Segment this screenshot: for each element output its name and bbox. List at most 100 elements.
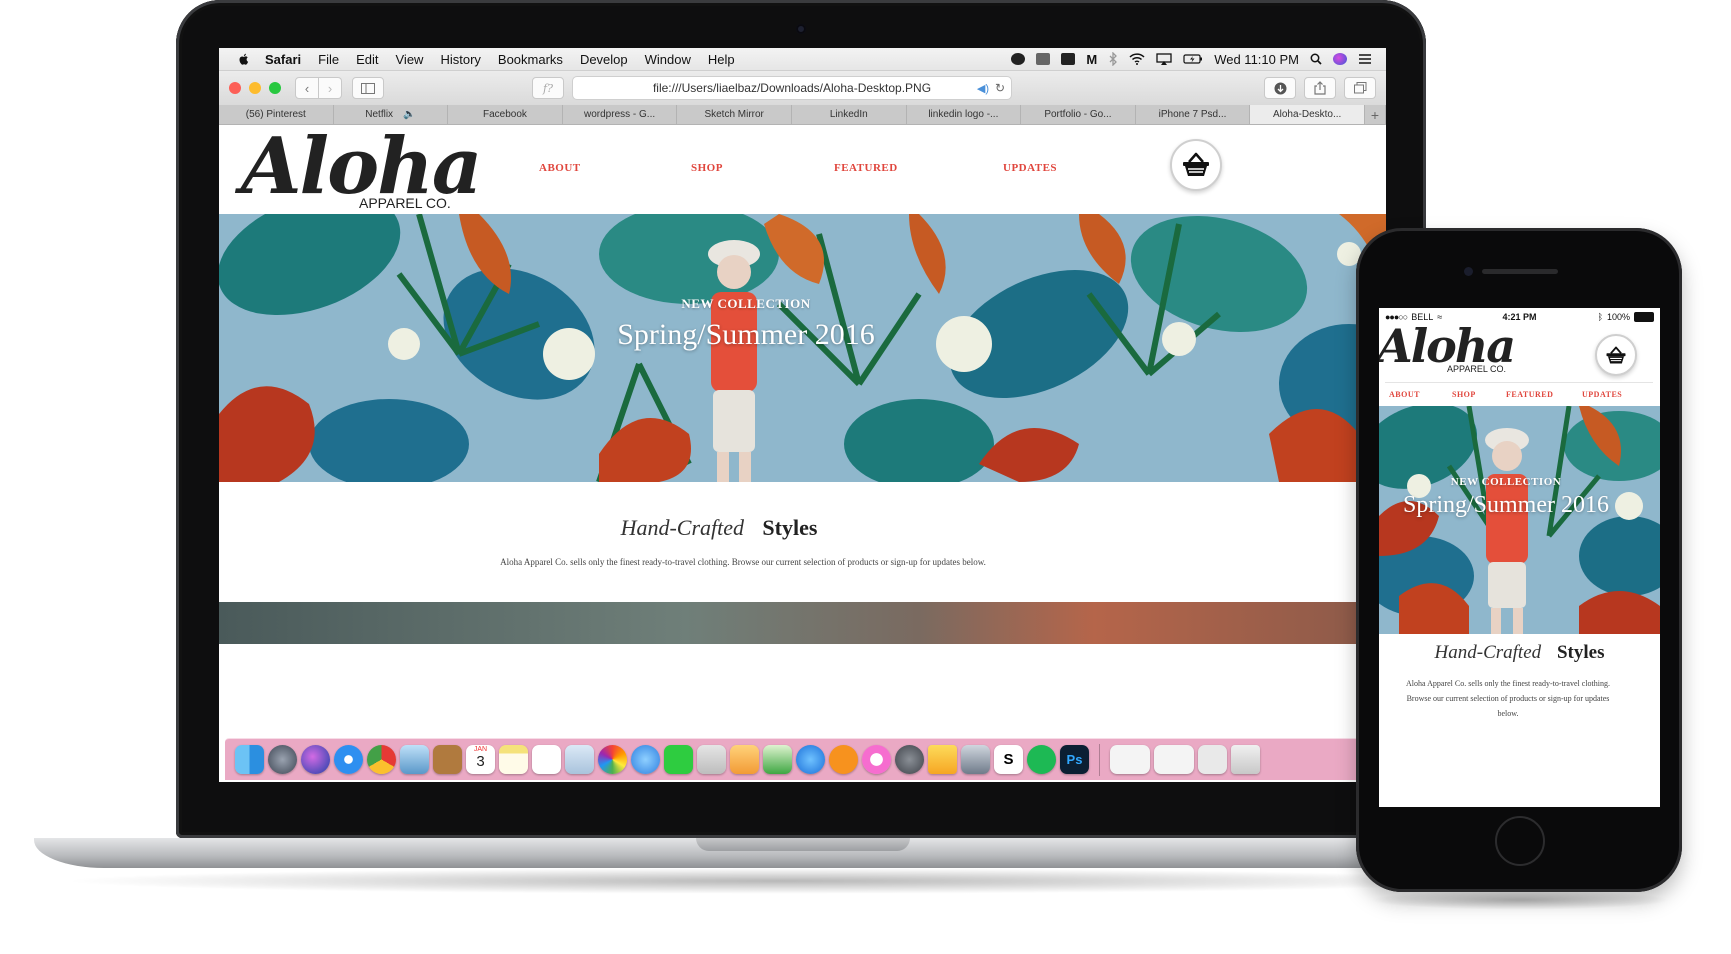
creative-cloud-icon[interactable] — [1011, 53, 1026, 65]
menu-view[interactable]: View — [396, 52, 424, 67]
menu-app-safari[interactable]: Safari — [265, 52, 301, 67]
tab-label: Netflix — [365, 109, 394, 120]
new-tab-button[interactable]: + — [1365, 105, 1386, 124]
tab-overview-button[interactable] — [1344, 77, 1376, 99]
tab-wordpress[interactable]: wordpress - G... — [563, 105, 678, 124]
nav-about[interactable]: ABOUT — [539, 162, 581, 174]
pages-icon[interactable] — [730, 745, 759, 774]
phone-cart-button[interactable] — [1595, 334, 1637, 376]
phone-hero-kicker: NEW COLLECTION — [1450, 476, 1562, 488]
phone-nav-shop[interactable]: SHOP — [1452, 390, 1476, 399]
minimized-window-icon[interactable] — [1198, 745, 1227, 774]
tab-aloha-desktop[interactable]: Aloha-Deskto... — [1250, 105, 1365, 124]
spotify-icon[interactable] — [1027, 745, 1056, 774]
launchpad-icon[interactable] — [268, 745, 297, 774]
menu-develop[interactable]: Develop — [580, 52, 628, 67]
tab-portfolio[interactable]: Portfolio - Go... — [1021, 105, 1136, 124]
facetime-icon[interactable] — [664, 745, 693, 774]
scrivener-icon[interactable]: S — [994, 745, 1023, 774]
contacts-icon[interactable] — [433, 745, 462, 774]
downloads-stack-icon[interactable] — [1110, 745, 1150, 774]
menu-history[interactable]: History — [440, 52, 480, 67]
cart-button[interactable] — [1170, 139, 1222, 191]
forward-button[interactable]: › — [319, 77, 342, 99]
close-window-button[interactable] — [229, 82, 241, 94]
ibooks-icon[interactable] — [829, 745, 858, 774]
nav-shop[interactable]: SHOP — [691, 162, 723, 174]
minimize-window-button[interactable] — [249, 82, 261, 94]
tab-label: LinkedIn — [829, 109, 868, 120]
trash-icon[interactable] — [1231, 745, 1260, 774]
system-preferences-icon[interactable] — [895, 745, 924, 774]
mac-dock: JAN 3 S Ps — [225, 738, 1380, 780]
tab-label: Portfolio - Go... — [1044, 109, 1112, 120]
sidebar-button[interactable] — [352, 77, 384, 99]
phone-nav-updates[interactable]: UPDATES — [1582, 390, 1622, 399]
menu-file[interactable]: File — [318, 52, 339, 67]
phone-nav-featured[interactable]: FEATURED — [1506, 390, 1553, 399]
zoom-window-button[interactable] — [269, 82, 281, 94]
notes-icon[interactable] — [499, 745, 528, 774]
phone-header-divider — [1385, 382, 1653, 383]
itunes-icon[interactable] — [862, 745, 891, 774]
safari-icon[interactable] — [334, 745, 363, 774]
tab-linkedin-logo[interactable]: linkedin logo -... — [907, 105, 1022, 124]
tab-linkedin[interactable]: LinkedIn — [792, 105, 907, 124]
menu-bookmarks[interactable]: Bookmarks — [498, 52, 563, 67]
tab-sketch-mirror[interactable]: Sketch Mirror — [677, 105, 792, 124]
finder-icon[interactable] — [235, 745, 264, 774]
tab-iphone-psd[interactable]: iPhone 7 Psd... — [1136, 105, 1251, 124]
phone-home-button[interactable] — [1495, 816, 1545, 866]
tab-label: iPhone 7 Psd... — [1158, 109, 1227, 120]
download-icon — [1274, 82, 1286, 94]
phone-tropical-pattern-image — [1379, 406, 1660, 634]
chrome-icon[interactable] — [367, 745, 396, 774]
address-bar[interactable]: file:///Users/liaelbaz/Downloads/Aloha-D… — [572, 76, 1012, 100]
menu-help[interactable]: Help — [708, 52, 735, 67]
reminders-icon[interactable] — [532, 745, 561, 774]
sketch-icon[interactable] — [928, 745, 957, 774]
phone-camera — [1464, 267, 1473, 276]
reload-icon[interactable]: ↻ — [995, 81, 1005, 95]
share-button[interactable] — [1304, 77, 1336, 99]
tab-label: Sketch Mirror — [704, 109, 764, 120]
in-app-icon[interactable] — [1036, 53, 1051, 65]
photos-icon[interactable] — [598, 745, 627, 774]
bluetooth-icon[interactable] — [1108, 52, 1118, 66]
apple-icon[interactable] — [237, 52, 251, 66]
maps-icon[interactable] — [565, 745, 594, 774]
documents-stack-icon[interactable] — [1154, 745, 1194, 774]
photoshop-icon[interactable]: Ps — [1060, 745, 1089, 774]
numbers-icon[interactable] — [763, 745, 792, 774]
speaker-icon[interactable]: 🔈 — [403, 109, 415, 120]
audio-playing-icon[interactable]: ◀) — [977, 82, 989, 95]
messages-icon[interactable] — [631, 745, 660, 774]
menu-edit[interactable]: Edit — [356, 52, 378, 67]
menu-window[interactable]: Window — [645, 52, 691, 67]
spotlight-icon[interactable] — [1310, 53, 1322, 65]
malwarebytes-icon[interactable]: M — [1086, 52, 1097, 67]
preview-icon[interactable] — [400, 745, 429, 774]
battery-icon[interactable] — [1183, 54, 1203, 64]
app-store-icon[interactable] — [796, 745, 825, 774]
wifi-icon[interactable] — [1129, 53, 1145, 65]
phone-hero-title: Spring/Summer 2016 — [1402, 492, 1609, 518]
reader-button[interactable]: f? — [532, 77, 564, 99]
keynote-icon[interactable] — [697, 745, 726, 774]
siri-icon[interactable] — [1333, 53, 1347, 65]
image-capture-icon[interactable] — [961, 745, 990, 774]
downloads-button[interactable] — [1264, 77, 1296, 99]
notification-center-icon[interactable] — [1358, 53, 1372, 65]
calendar-icon[interactable]: JAN 3 — [466, 745, 495, 774]
mac-menubar: Safari File Edit View History Bookmarks … — [219, 48, 1386, 71]
siri-icon[interactable] — [301, 745, 330, 774]
phone-screen: ●●●○○ BELL ≈ 4:21 PM ᛒ 100% Aloha APPARE… — [1379, 308, 1660, 807]
airplay-icon[interactable] — [1156, 53, 1172, 65]
nav-featured[interactable]: FEATURED — [834, 162, 898, 174]
nav-updates[interactable]: UPDATES — [1003, 162, 1057, 174]
tab-label: Aloha-Deskto... — [1272, 109, 1342, 120]
menubar-clock[interactable]: Wed 11:10 PM — [1214, 52, 1299, 67]
sketch-mirror-icon[interactable] — [1061, 53, 1076, 65]
back-button[interactable]: ‹ — [295, 77, 319, 99]
phone-nav-about[interactable]: ABOUT — [1389, 390, 1420, 399]
